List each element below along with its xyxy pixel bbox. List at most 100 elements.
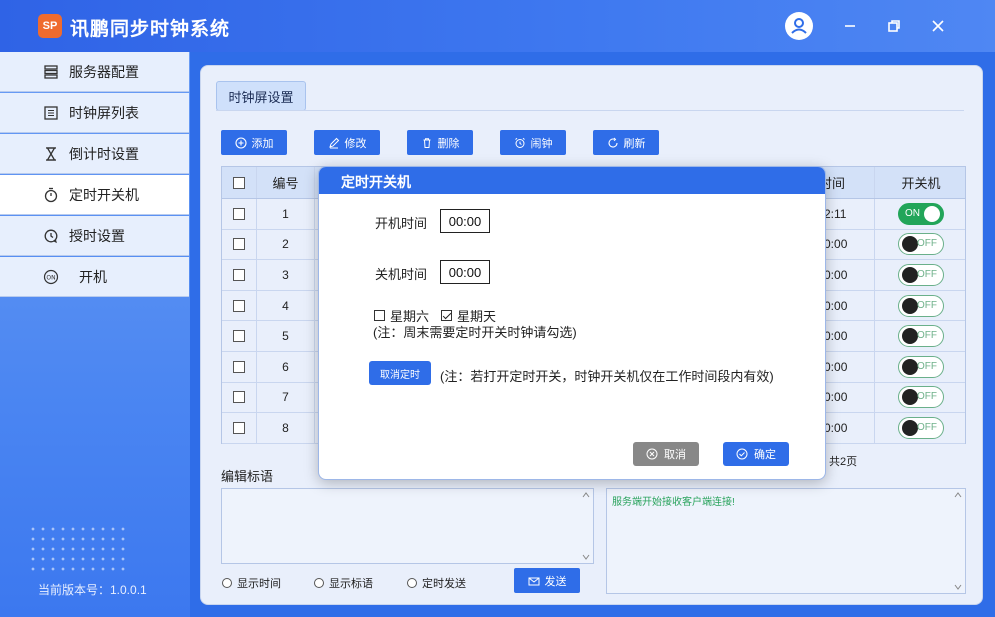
- dialog-header: 定时开关机: [319, 167, 825, 194]
- row-power-toggle-cell: OFF: [875, 321, 967, 351]
- power-toggle[interactable]: OFF: [898, 294, 944, 317]
- power-on-icon: ON: [42, 268, 60, 286]
- radio-scheduled-send[interactable]: 定时发送: [407, 575, 466, 591]
- sidebar-item-label: 倒计时设置: [69, 145, 139, 162]
- sidebar-item-label: 服务器配置: [69, 63, 139, 80]
- toggle-label: OFF: [917, 268, 937, 280]
- column-header-power: 开关机: [901, 176, 941, 191]
- row-number: 3: [282, 267, 289, 282]
- decorative-dots: [28, 524, 130, 572]
- sidebar-item-power-on[interactable]: ON 开机: [0, 257, 189, 297]
- cancel-button[interactable]: 取消: [633, 442, 699, 466]
- scheduled-power-dialog: 定时开关机 开机时间 00:00 关机时间 00:00 星期六 星期天 (注：周…: [318, 166, 826, 480]
- row-checkbox[interactable]: [222, 199, 256, 229]
- add-button[interactable]: 添加: [221, 130, 287, 155]
- row-power-toggle-cell: ON: [875, 199, 967, 229]
- svg-text:ON: ON: [46, 274, 55, 281]
- toggle-knob: [902, 419, 918, 436]
- scrollbar[interactable]: [581, 491, 591, 561]
- row-power-toggle-cell: OFF: [875, 260, 967, 290]
- restore-icon[interactable]: [882, 14, 906, 38]
- check-icon: [736, 448, 748, 460]
- delete-button[interactable]: 删除: [407, 130, 473, 155]
- slogan-textarea[interactable]: [221, 488, 594, 564]
- sidebar-item-label: 定时开关机: [69, 186, 139, 203]
- power-toggle[interactable]: OFF: [898, 416, 944, 439]
- column-divider: [314, 352, 315, 382]
- toggle-label: OFF: [917, 238, 937, 250]
- send-button[interactable]: 发送: [514, 568, 580, 593]
- toggle-knob: [902, 266, 918, 283]
- sidebar-item-label: 授时设置: [69, 227, 125, 244]
- edit-button[interactable]: 修改: [314, 130, 380, 155]
- toggle-label: OFF: [917, 421, 937, 433]
- row-checkbox[interactable]: [222, 260, 256, 290]
- power-toggle[interactable]: ON: [898, 202, 944, 225]
- toggle-label: ON: [905, 207, 920, 219]
- toggle-label: OFF: [917, 391, 937, 403]
- cancel-timer-button[interactable]: 取消定时: [369, 361, 431, 385]
- toggle-knob: [902, 389, 918, 406]
- clock-sync-icon: [42, 227, 60, 245]
- row-number: 4: [282, 298, 289, 313]
- minimize-icon[interactable]: [838, 14, 862, 38]
- row-checkbox[interactable]: [222, 291, 256, 321]
- sidebar-item-countdown[interactable]: 倒计时设置: [0, 134, 189, 174]
- refresh-button[interactable]: 刷新: [593, 130, 659, 155]
- user-avatar-icon[interactable]: [785, 12, 813, 40]
- toggle-knob: [902, 358, 918, 375]
- scrollbar[interactable]: [953, 491, 963, 591]
- toggle-label: OFF: [917, 330, 937, 342]
- row-checkbox[interactable]: [222, 321, 256, 351]
- send-mail-icon: [528, 577, 539, 585]
- row-checkbox[interactable]: [222, 352, 256, 382]
- edit-slogan-label: 编辑标语: [221, 469, 274, 484]
- power-toggle[interactable]: OFF: [898, 355, 944, 378]
- column-divider: [314, 290, 315, 321]
- sidebar-item-time-sync[interactable]: 授时设置: [0, 216, 189, 256]
- row-checkbox[interactable]: [222, 383, 256, 413]
- power-toggle[interactable]: OFF: [898, 233, 944, 256]
- refresh-icon: [607, 137, 618, 148]
- confirm-button[interactable]: 确定: [723, 442, 789, 466]
- column-header-number: 编号: [272, 176, 299, 191]
- server-icon: [42, 63, 60, 81]
- power-off-time-label: 关机时间: [375, 267, 428, 282]
- plus-icon: [234, 136, 247, 149]
- radio-show-time[interactable]: 显示时间: [222, 575, 281, 591]
- version-label: 当前版本号：1.0.0.1: [38, 583, 147, 597]
- power-toggle[interactable]: OFF: [898, 325, 944, 348]
- power-toggle[interactable]: OFF: [898, 386, 944, 409]
- sidebar-item-scheduled-power[interactable]: 定时开关机: [0, 175, 189, 215]
- row-power-toggle-cell: OFF: [875, 291, 967, 321]
- toggle-knob: [902, 236, 918, 253]
- row-number: 2: [282, 237, 289, 252]
- column-divider: [314, 260, 315, 290]
- checkbox-box: [374, 310, 385, 321]
- row-checkbox[interactable]: [222, 413, 256, 443]
- row-number: 1: [282, 206, 289, 221]
- row-number: 5: [282, 329, 289, 344]
- row-number: 8: [282, 420, 289, 435]
- row-checkbox[interactable]: [222, 230, 256, 260]
- app-title: 讯鹏同步时钟系统: [70, 19, 231, 40]
- pencil-icon: [328, 137, 339, 148]
- sidebar-item-server-config[interactable]: 服务器配置: [0, 52, 189, 92]
- radio-show-slogan[interactable]: 显示标语: [314, 575, 373, 591]
- sidebar-item-clock-list[interactable]: 时钟屏列表: [0, 93, 189, 133]
- toggle-knob: [902, 328, 918, 345]
- alarm-clock-icon: [514, 137, 525, 148]
- toggle-label: OFF: [917, 299, 937, 311]
- alarm-button[interactable]: 闹钟: [500, 130, 566, 155]
- select-all-checkbox[interactable]: [222, 167, 256, 198]
- power-on-time-input[interactable]: 00:00: [440, 209, 490, 233]
- row-power-toggle-cell: OFF: [875, 352, 967, 382]
- row-number: 7: [282, 390, 289, 405]
- power-off-time-input[interactable]: 00:00: [440, 260, 490, 284]
- row-power-toggle-cell: OFF: [875, 413, 967, 443]
- close-icon[interactable]: [926, 14, 950, 38]
- power-toggle[interactable]: OFF: [898, 263, 944, 286]
- page-count: 共2页: [829, 456, 858, 468]
- tab-clock-screen-settings[interactable]: 时钟屏设置: [216, 81, 306, 111]
- column-divider: [314, 413, 315, 443]
